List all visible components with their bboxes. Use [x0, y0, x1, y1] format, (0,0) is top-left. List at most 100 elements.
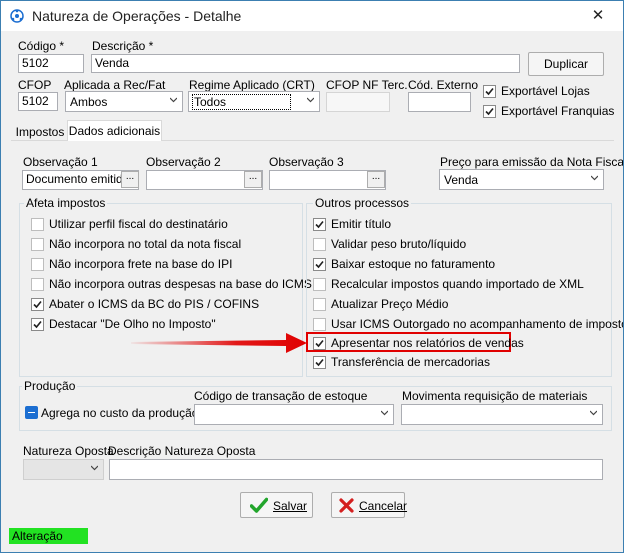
cod-transacao-select[interactable] [194, 404, 394, 425]
x-icon [339, 498, 354, 513]
outros-label-0: Emitir título [331, 217, 392, 231]
check-icon [250, 497, 268, 513]
afeta-label-0: Utilizar perfil fiscal do destinatário [49, 217, 228, 231]
codigo-input[interactable]: 5102 [18, 54, 84, 73]
outros-checkbox-6[interactable] [313, 337, 326, 350]
check-icon [485, 107, 494, 116]
outros-processos-title: Outros processos [313, 196, 412, 210]
afeta-label-4: Abater o ICMS da BC do PIS / COFINS [49, 297, 260, 311]
close-button[interactable]: ✕ [579, 6, 617, 26]
obs1-label: Observação 1 [23, 155, 98, 169]
exportavel-lojas-label: Exportável Lojas [501, 84, 590, 98]
outros-checkbox-5[interactable] [313, 318, 326, 331]
afeta-checkbox-2[interactable] [31, 258, 44, 271]
outros-label-7: Transferência de mercadorias [331, 355, 490, 369]
outros-label-3: Recalcular impostos quando importado de … [331, 277, 584, 291]
outros-label-1: Validar peso bruto/líquido [331, 237, 467, 251]
obs3-label: Observação 3 [269, 155, 344, 169]
cod-externo-input[interactable] [408, 92, 471, 112]
title-bar: Natureza de Operações - Detalhe ✕ [1, 1, 623, 31]
producao-title: Produção [22, 379, 78, 393]
minus-icon [28, 412, 35, 413]
chevron-down-icon [91, 465, 98, 471]
afeta-label-5: Destacar "De Olho no Imposto" [49, 317, 216, 331]
afeta-checkbox-5[interactable] [31, 318, 44, 331]
obs1-ellipsis-button[interactable]: ... [121, 171, 139, 188]
afeta-checkbox-1[interactable] [31, 238, 44, 251]
cfop-label: CFOP [18, 78, 52, 92]
descricao-label: Descrição * [92, 39, 154, 53]
salvar-label: Salvar [273, 499, 308, 513]
afeta-label-3: Não incorpora outras despesas na base do… [49, 277, 312, 291]
check-icon [315, 220, 324, 229]
exportavel-franquias-label: Exportável Franquias [501, 104, 615, 118]
outros-checkbox-4[interactable] [313, 298, 326, 311]
close-icon: ✕ [591, 7, 605, 24]
regime-select[interactable]: Todos [188, 91, 320, 112]
app-icon [10, 9, 24, 23]
duplicar-button[interactable]: Duplicar [528, 52, 604, 76]
outros-label-4: Atualizar Preço Médio [331, 297, 449, 311]
cfop-input[interactable]: 5102 [18, 92, 58, 111]
status-badge: Alteração [9, 528, 88, 544]
cod-externo-label: Cód. Externo [408, 78, 479, 92]
outros-label-6: Apresentar nos relatórios de vendas [331, 336, 524, 350]
afeta-label-2: Não incorpora frete na base do IPI [49, 257, 233, 271]
codigo-label: Código * [18, 39, 65, 53]
window-title: Natureza de Operações - Detalhe [32, 8, 242, 24]
aplicada-label: Aplicada a Rec/Fat [64, 78, 166, 92]
cfop-nf-terc-label: CFOP NF Terc. [326, 78, 408, 92]
cfop-nf-terc-input[interactable] [326, 92, 390, 112]
descricao-natureza-oposta-label: Descrição Natureza Oposta [108, 444, 256, 458]
chevron-down-icon [381, 410, 388, 416]
descricao-natureza-oposta-input[interactable] [109, 459, 603, 480]
check-icon [33, 300, 42, 309]
tab-dados-adicionais[interactable]: Dados adicionais [67, 120, 162, 141]
check-icon [315, 260, 324, 269]
aplicada-value: Ambos [70, 95, 108, 109]
check-icon [33, 320, 42, 329]
afeta-checkbox-3[interactable] [31, 278, 44, 291]
cancelar-button[interactable]: Cancelar [331, 492, 408, 518]
movimenta-select[interactable] [401, 404, 603, 425]
exportavel-lojas-checkbox[interactable] [483, 85, 496, 98]
dialog-window: Natureza de Operações - Detalhe ✕ Código… [0, 0, 624, 553]
afeta-impostos-title: Afeta impostos [24, 196, 108, 210]
afeta-checkbox-0[interactable] [31, 218, 44, 231]
cod-transacao-label: Código de transação de estoque [194, 389, 368, 403]
exportavel-franquias-checkbox[interactable] [483, 105, 496, 118]
regime-value: Todos [192, 94, 292, 110]
outros-checkbox-1[interactable] [313, 238, 326, 251]
check-icon [485, 87, 494, 96]
descricao-input[interactable]: Venda [91, 54, 520, 73]
tab-impostos[interactable]: Impostos [12, 125, 68, 141]
chevron-down-icon [307, 97, 314, 103]
outros-checkbox-0[interactable] [313, 218, 326, 231]
check-icon [315, 339, 324, 348]
obs2-ellipsis-button[interactable]: ... [244, 171, 262, 188]
outros-label-5: Usar ICMS Outorgado no acompanhamento de… [331, 317, 624, 331]
natureza-oposta-label: Natureza Oposta [23, 444, 114, 458]
obs2-label: Observação 2 [146, 155, 221, 169]
chevron-down-icon [590, 410, 597, 416]
obs3-ellipsis-button[interactable]: ... [367, 171, 385, 188]
preco-select[interactable]: Venda [439, 169, 604, 190]
chevron-down-icon [170, 97, 177, 103]
regime-label: Regime Aplicado (CRT) [189, 78, 315, 92]
chevron-down-icon [591, 175, 598, 181]
cancelar-label: Cancelar [359, 499, 408, 513]
agrega-label: Agrega no custo da produção [41, 406, 199, 420]
agrega-checkbox[interactable] [25, 406, 38, 419]
outros-checkbox-3[interactable] [313, 278, 326, 291]
natureza-oposta-select[interactable] [23, 459, 104, 480]
outros-checkbox-7[interactable] [313, 356, 326, 369]
preco-label: Preço para emissão da Nota Fiscal [440, 155, 624, 169]
outros-label-2: Baixar estoque no faturamento [331, 257, 496, 271]
outros-checkbox-2[interactable] [313, 258, 326, 271]
afeta-checkbox-4[interactable] [31, 298, 44, 311]
movimenta-label: Movimenta requisição de materiais [402, 389, 588, 403]
salvar-button[interactable]: Salvar [240, 492, 313, 518]
aplicada-select[interactable]: Ambos [65, 91, 183, 112]
preco-value: Venda [444, 173, 479, 187]
check-icon [315, 358, 324, 367]
